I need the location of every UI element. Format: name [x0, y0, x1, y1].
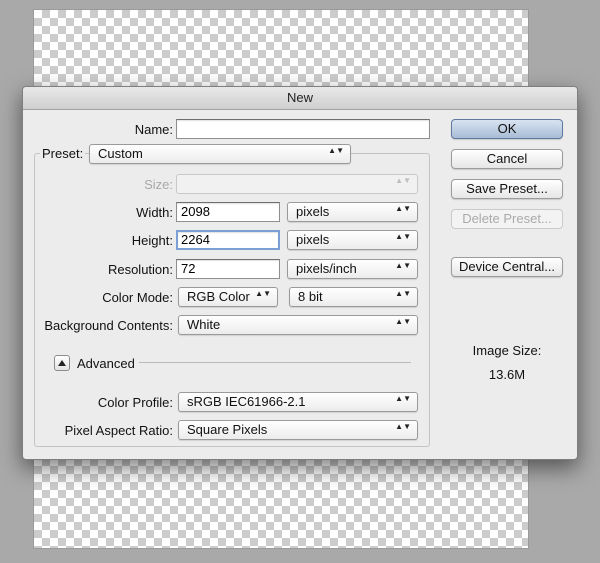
cancel-button[interactable]: Cancel	[451, 149, 563, 169]
pixel-aspect-ratio-select[interactable]: Square Pixels ▲▼	[178, 420, 418, 440]
bit-depth-select[interactable]: 8 bit ▲▼	[289, 287, 418, 307]
preset-value: Custom	[98, 146, 143, 161]
dialog-title: New	[23, 87, 577, 110]
color-mode-select[interactable]: RGB Color ▲▼	[178, 287, 278, 307]
background-contents-value: White	[187, 317, 221, 332]
new-document-dialog: New Name: Preset: Custom ▲▼ Size: ▲▼ Wid…	[22, 86, 578, 460]
width-unit-select[interactable]: pixels ▲▼	[287, 202, 418, 222]
chevron-updown-icon: ▲▼	[395, 317, 411, 326]
triangle-up-icon	[58, 360, 66, 366]
chevron-updown-icon: ▲▼	[395, 176, 411, 185]
advanced-separator	[139, 362, 411, 363]
pixel-aspect-ratio-label: Pixel Aspect Ratio:	[64, 423, 173, 438]
ok-button[interactable]: OK	[451, 119, 563, 139]
resolution-label: Resolution:	[107, 262, 173, 277]
width-label: Width:	[136, 205, 173, 220]
size-label: Size:	[144, 177, 173, 192]
color-mode-value: RGB Color	[187, 289, 250, 304]
chevron-updown-icon: ▲▼	[255, 289, 271, 298]
save-preset-button[interactable]: Save Preset...	[451, 179, 563, 199]
name-field[interactable]	[176, 119, 430, 139]
height-unit-value: pixels	[296, 232, 330, 247]
chevron-updown-icon: ▲▼	[395, 204, 411, 213]
color-profile-select[interactable]: sRGB IEC61966-2.1 ▲▼	[178, 392, 418, 412]
width-field[interactable]: 2098	[176, 202, 280, 222]
resolution-unit-value: pixels/inch	[296, 261, 357, 276]
delete-preset-button: Delete Preset...	[451, 209, 563, 229]
color-profile-value: sRGB IEC61966-2.1	[187, 394, 306, 409]
preset-select[interactable]: Custom ▲▼	[89, 144, 351, 164]
height-field[interactable]: 2264	[176, 230, 280, 250]
width-unit-value: pixels	[296, 204, 330, 219]
height-unit-select[interactable]: pixels ▲▼	[287, 230, 418, 250]
chevron-updown-icon: ▲▼	[395, 289, 411, 298]
resolution-field[interactable]: 72	[176, 259, 280, 279]
advanced-label: Advanced	[77, 356, 135, 371]
image-size-label: Image Size:	[472, 343, 542, 358]
bit-depth-value: 8 bit	[298, 289, 323, 304]
chevron-updown-icon: ▲▼	[328, 146, 344, 155]
pixel-aspect-ratio-value: Square Pixels	[187, 422, 268, 437]
name-label: Name:	[134, 122, 173, 137]
color-mode-label: Color Mode:	[102, 290, 173, 305]
chevron-updown-icon: ▲▼	[395, 232, 411, 241]
preset-label: Preset:	[40, 146, 86, 161]
advanced-disclosure-button[interactable]	[54, 355, 70, 371]
resolution-unit-select[interactable]: pixels/inch ▲▼	[287, 259, 418, 279]
color-profile-label: Color Profile:	[97, 395, 173, 410]
chevron-updown-icon: ▲▼	[395, 422, 411, 431]
height-label: Height:	[131, 233, 173, 248]
image-size-value: 13.6M	[488, 367, 526, 382]
device-central-button[interactable]: Device Central...	[451, 257, 563, 277]
background-contents-label: Background Contents:	[44, 318, 173, 333]
chevron-updown-icon: ▲▼	[395, 261, 411, 270]
chevron-updown-icon: ▲▼	[395, 394, 411, 403]
background-contents-select[interactable]: White ▲▼	[178, 315, 418, 335]
size-select: ▲▼	[176, 174, 418, 194]
